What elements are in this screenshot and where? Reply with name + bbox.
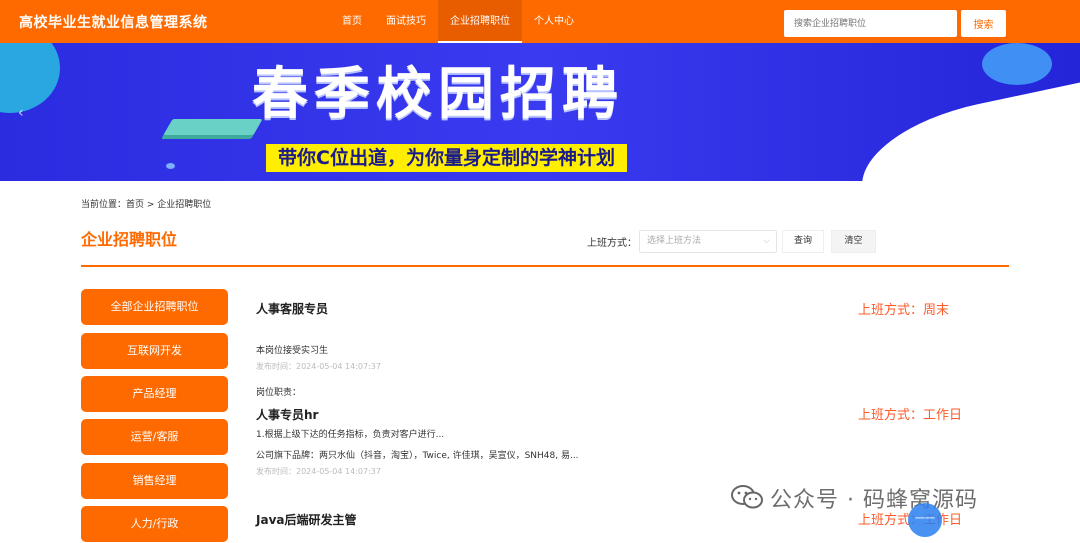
top-navbar: 高校毕业生就业信息管理系统 首页 面试技巧 企业招聘职位 个人中心 搜索: [0, 0, 1080, 43]
category-hr-admin[interactable]: 人力/行政: [81, 506, 228, 542]
main-nav: 首页 面试技巧 企业招聘职位 个人中心: [330, 0, 586, 43]
floating-action-button[interactable]: 一一: [908, 503, 942, 537]
wechat-icon: [731, 485, 763, 509]
job-description-2: 公司旗下品牌：两只水仙（抖音，淘宝），Twice, 许佳琪，吴宣仪，SNH48,…: [256, 451, 579, 461]
decor-wave: [850, 77, 1080, 181]
banner-subtitle: 带你C位出道，为你量身定制的学神计划: [266, 144, 627, 172]
category-operations[interactable]: 运营/客服: [81, 419, 228, 455]
select-placeholder: 选择上班方法: [647, 236, 702, 246]
banner-carousel[interactable]: 春季校园招聘 带你C位出道，为你量身定制的学神计划 ‹ ›: [0, 43, 1080, 181]
category-all[interactable]: 全部企业招聘职位: [81, 289, 228, 325]
job-publish-time: 发布时间：2024-05-04 14:07:37: [256, 467, 381, 476]
work-mode-label: 上班方式：: [587, 238, 637, 249]
nav-personal-center[interactable]: 个人中心: [522, 0, 586, 43]
job-description: 1.根据上级下达的任务指标，负责对客户进行...: [256, 430, 445, 440]
job-title[interactable]: 人事客服专员: [256, 300, 328, 317]
category-sales-manager[interactable]: 销售经理: [81, 463, 228, 499]
decor-blob: [0, 43, 60, 113]
nav-home[interactable]: 首页: [330, 0, 374, 43]
decor-blob: [982, 43, 1052, 85]
job-title[interactable]: Java后端研发主管: [256, 511, 356, 528]
prev-arrow-icon[interactable]: ‹: [18, 105, 24, 121]
breadcrumb: 当前位置：首页 > 企业招聘职位: [81, 200, 212, 210]
job-description: 本岗位接受实习生: [256, 346, 329, 356]
search-input[interactable]: [784, 10, 957, 37]
decor-dot: [166, 163, 175, 169]
search-button[interactable]: 搜索: [961, 10, 1006, 37]
job-publish-time: 发布时间：2024-05-04 14:07:37: [256, 362, 381, 371]
job-work-mode: 上班方式：周末: [858, 303, 950, 318]
job-title[interactable]: 人事专员hr: [256, 406, 318, 423]
job-work-mode: 上班方式：工作日: [858, 408, 963, 423]
category-internet-dev[interactable]: 互联网开发: [81, 333, 228, 369]
banner-title: 春季校园招聘: [252, 62, 624, 127]
site-title[interactable]: 高校毕业生就业信息管理系统: [19, 12, 208, 32]
query-button[interactable]: 查询: [782, 230, 824, 253]
nav-job-postings[interactable]: 企业招聘职位: [438, 0, 522, 43]
book-illustration: [163, 119, 263, 135]
watermark-text: 公众号 · 码蜂窝源码: [770, 488, 978, 513]
page-title: 企业招聘职位: [81, 230, 178, 249]
next-arrow-icon[interactable]: ›: [1062, 105, 1068, 121]
work-mode-select[interactable]: 选择上班方法 ⌵: [639, 230, 777, 253]
clear-button[interactable]: 清空: [831, 230, 876, 253]
job-extra-text: 岗位职责：: [256, 388, 302, 398]
category-product-manager[interactable]: 产品经理: [81, 376, 228, 412]
chevron-down-icon: ⌵: [763, 236, 770, 246]
section-divider: [81, 265, 1009, 267]
nav-interview-tips[interactable]: 面试技巧: [374, 0, 438, 43]
